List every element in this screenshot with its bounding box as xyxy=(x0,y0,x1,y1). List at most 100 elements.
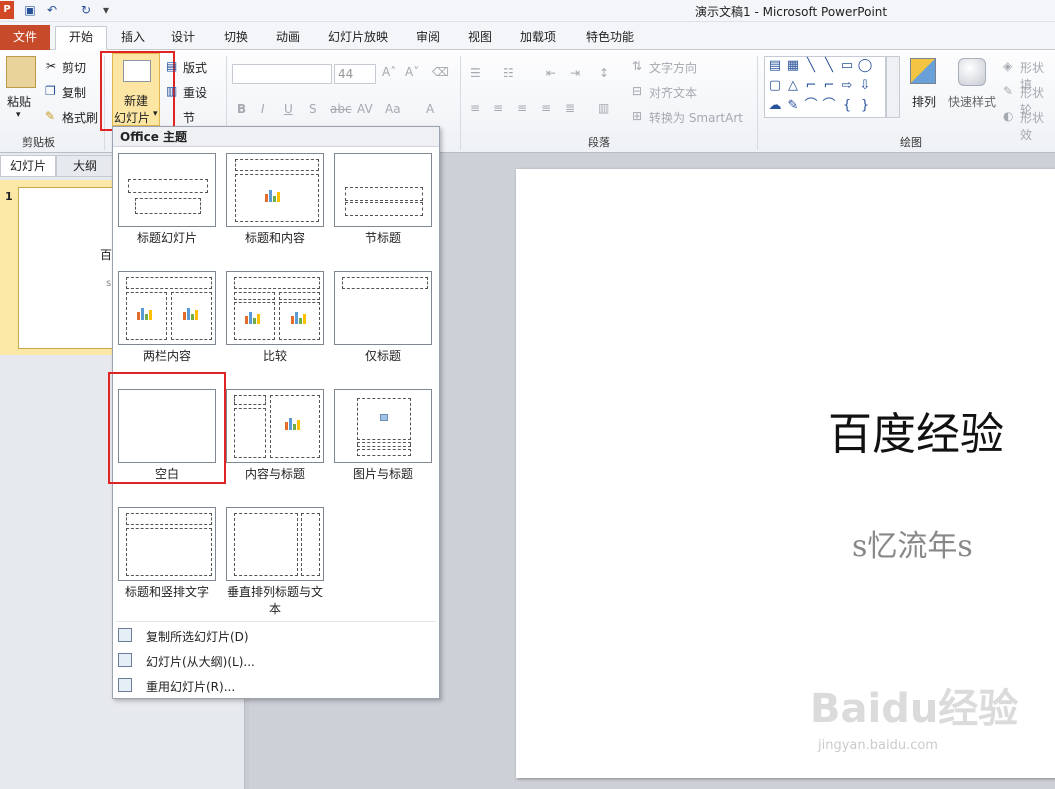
layout-two-content[interactable] xyxy=(118,271,216,345)
layout-content-caption[interactable] xyxy=(226,389,324,463)
distribute-icon[interactable]: ≣ xyxy=(565,101,575,115)
layout-title-content[interactable] xyxy=(226,153,324,227)
title-bar xyxy=(0,0,1055,22)
layout-label: 仅标题 xyxy=(364,349,401,363)
shapes-scroll-icon[interactable] xyxy=(886,56,900,118)
layout-button[interactable]: 版式 xyxy=(183,59,207,76)
cut-icon[interactable]: ✂ xyxy=(46,59,56,73)
shape-outline-icon[interactable]: ✎ xyxy=(1003,84,1013,98)
layout-comparison[interactable] xyxy=(226,271,324,345)
grow-font-icon[interactable]: A˄ xyxy=(382,65,396,79)
shrink-font-icon[interactable]: A˅ xyxy=(405,65,419,79)
change-case-icon[interactable]: Aa xyxy=(385,102,401,116)
shape-effects-button[interactable]: 形状效 xyxy=(1020,109,1055,143)
underline-icon[interactable]: U xyxy=(284,102,293,116)
layout-section-header[interactable] xyxy=(334,153,432,227)
line-spacing-icon[interactable]: ↕ xyxy=(599,66,609,80)
justify-icon[interactable]: ≡ xyxy=(541,101,551,115)
undo-icon[interactable]: ↶ xyxy=(44,2,60,18)
menu-reuse-slides[interactable]: 重用幻灯片(R)... xyxy=(146,678,235,695)
tab-outline-pane[interactable]: 大纲 xyxy=(56,155,114,177)
layout-label: 标题和内容 xyxy=(244,231,305,245)
tab-slides-pane[interactable]: 幻灯片 xyxy=(0,155,56,177)
cut-button[interactable]: 剪切 xyxy=(62,59,86,76)
align-right-icon[interactable]: ≡ xyxy=(517,101,527,115)
layout-vertical-title-text[interactable] xyxy=(226,507,324,581)
bold-icon[interactable]: B xyxy=(237,102,246,116)
smartart-icon[interactable]: ⊞ xyxy=(632,109,642,123)
format-painter-icon[interactable]: ✎ xyxy=(45,109,55,123)
watermark-url: jingyan.baidu.com xyxy=(818,738,938,753)
menu-divider xyxy=(116,621,436,622)
align-left-icon[interactable]: ≡ xyxy=(470,101,480,115)
slide-subtitle[interactable]: s忆流年s xyxy=(852,521,973,565)
text-direction-button[interactable]: 文字方向 xyxy=(649,59,697,76)
tab-design[interactable]: 设计 xyxy=(163,27,203,49)
align-center-icon[interactable]: ≡ xyxy=(493,101,503,115)
slide-title[interactable]: 百度经验 xyxy=(828,398,1004,462)
powerpoint-icon[interactable]: P xyxy=(0,1,14,19)
layout-label: 标题和竖排文字 xyxy=(124,585,209,599)
italic-icon[interactable]: I xyxy=(261,102,265,116)
redo-icon[interactable]: ↻ xyxy=(78,2,94,18)
tab-special-features[interactable]: 特色功能 xyxy=(578,27,642,49)
tab-slideshow[interactable]: 幻灯片放映 xyxy=(320,27,396,49)
layout-picture-caption[interactable] xyxy=(334,389,432,463)
tab-addins[interactable]: 加载项 xyxy=(512,27,564,49)
tab-animations[interactable]: 动画 xyxy=(268,27,308,49)
decrease-indent-icon[interactable]: ⇤ xyxy=(546,66,556,80)
reset-button[interactable]: 重设 xyxy=(183,84,207,101)
strikethrough-icon[interactable]: abc xyxy=(330,102,352,116)
copy-button[interactable]: 复制 xyxy=(62,84,86,101)
section-button[interactable]: 节 xyxy=(183,109,195,126)
format-painter-button[interactable]: 格式刷 xyxy=(62,109,98,126)
shape-fill-icon[interactable]: ◈ xyxy=(1003,59,1012,73)
font-name-combo[interactable] xyxy=(232,64,332,84)
tab-view[interactable]: 视图 xyxy=(460,27,500,49)
customize-quick-access-icon[interactable]: ▾ xyxy=(98,2,114,18)
bullets-icon[interactable]: ☰ xyxy=(470,66,481,80)
duplicate-slides-icon xyxy=(118,628,132,642)
tab-review[interactable]: 审阅 xyxy=(408,27,448,49)
shadow-icon[interactable]: S xyxy=(309,102,317,116)
paste-button[interactable]: 粘贴 xyxy=(7,93,31,110)
layout-title-vertical-text[interactable] xyxy=(118,507,216,581)
text-direction-icon[interactable]: ⇅ xyxy=(632,59,642,73)
tab-insert[interactable]: 插入 xyxy=(113,27,153,49)
font-size-combo[interactable]: 44 xyxy=(334,64,376,84)
align-text-button[interactable]: 对齐文本 xyxy=(649,84,697,101)
tab-home[interactable]: 开始 xyxy=(55,26,107,50)
layout-title-only[interactable] xyxy=(334,271,432,345)
increase-indent-icon[interactable]: ⇥ xyxy=(570,66,580,80)
paste-dropdown-icon[interactable]: ▾ xyxy=(16,110,21,120)
group-divider xyxy=(460,56,461,150)
arrange-icon[interactable] xyxy=(910,58,936,84)
tab-transitions[interactable]: 切换 xyxy=(216,27,256,49)
char-spacing-icon[interactable]: AV xyxy=(357,102,373,116)
save-icon[interactable]: ▣ xyxy=(22,2,38,18)
columns-icon[interactable]: ▥ xyxy=(598,101,609,115)
menu-duplicate-slides[interactable]: 复制所选幻灯片(D) xyxy=(146,628,249,645)
paste-clipboard-icon[interactable] xyxy=(6,56,36,88)
shapes-gallery[interactable]: ▤ ▦ ╲ ╲ ▭ ◯ ▢ △ ⌐ ⌐ ⇨ ⇩ ☁ ✎ ⌒ ⌒{} xyxy=(764,56,886,118)
numbering-icon[interactable]: ☷ xyxy=(503,66,514,80)
arrange-button[interactable]: 排列 xyxy=(912,93,936,110)
clear-format-icon[interactable]: ⌫ xyxy=(432,65,449,79)
quick-styles-icon[interactable] xyxy=(958,58,986,86)
menu-slides-from-outline[interactable]: 幻灯片(从大纲)(L)... xyxy=(146,653,255,670)
tab-file[interactable]: 文件 xyxy=(0,25,50,50)
highlight-blank-layout xyxy=(108,372,226,484)
reset-icon[interactable]: ▥ xyxy=(166,84,177,98)
font-color-icon[interactable]: A xyxy=(426,102,434,116)
layout-icon[interactable]: ▤ xyxy=(166,59,177,73)
layout-label-wrap: 本 xyxy=(268,602,281,616)
copy-icon[interactable]: ❐ xyxy=(45,84,56,98)
shape-effects-icon[interactable]: ◐ xyxy=(1003,109,1013,123)
convert-smartart-button[interactable]: 转换为 SmartArt xyxy=(649,109,743,126)
layout-title-slide[interactable] xyxy=(118,153,216,227)
align-text-icon[interactable]: ⊟ xyxy=(632,84,642,98)
layout-label: 节标题 xyxy=(364,231,401,245)
layout-label: 垂直排列标题与文 xyxy=(226,585,323,599)
watermark-logo: Baidu经验 xyxy=(810,686,1019,732)
quick-styles-button[interactable]: 快速样式 xyxy=(948,93,996,110)
